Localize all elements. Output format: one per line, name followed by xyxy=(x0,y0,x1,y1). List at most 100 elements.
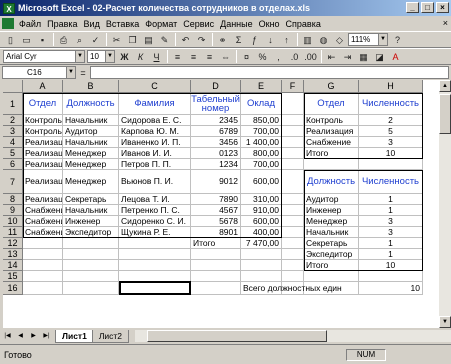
chevron-down-icon[interactable]: ▼ xyxy=(75,51,84,62)
row-header-11[interactable]: 11 xyxy=(3,227,23,238)
last-sheet-icon[interactable]: ▶| xyxy=(41,331,52,342)
scroll-up-icon[interactable]: ▲ xyxy=(439,80,451,92)
table-cell[interactable]: Контроль xyxy=(23,126,63,137)
table-cell[interactable]: Снабжение xyxy=(23,227,63,238)
grid-cell[interactable] xyxy=(282,194,304,205)
function-icon[interactable]: ƒ xyxy=(247,33,262,47)
grid-cell[interactable] xyxy=(282,148,304,159)
row-header-6[interactable]: 6 xyxy=(3,159,23,170)
table-cell[interactable]: Лецова Т. И. xyxy=(119,194,191,205)
main-table-header[interactable]: Отдел xyxy=(23,93,63,115)
menu-data[interactable]: Данные xyxy=(217,19,256,29)
grid-cell[interactable] xyxy=(282,238,304,249)
grid-cell[interactable] xyxy=(23,249,63,260)
next-sheet-icon[interactable]: ▶ xyxy=(28,331,39,342)
grid-cell[interactable] xyxy=(63,271,119,282)
increase-indent-icon[interactable]: ⇥ xyxy=(340,50,355,64)
chevron-down-icon[interactable]: ▼ xyxy=(66,67,75,78)
table-cell[interactable]: Начальник xyxy=(63,115,119,126)
grid-cell[interactable] xyxy=(282,115,304,126)
horizontal-scroll-thumb[interactable] xyxy=(147,330,328,342)
grid-cell[interactable] xyxy=(63,282,119,295)
table-cell[interactable]: 600,00 xyxy=(241,216,282,227)
grand-total-value[interactable]: 10 xyxy=(359,282,423,295)
main-table-header[interactable]: Должность xyxy=(63,93,119,115)
menu-edit[interactable]: Правка xyxy=(44,19,80,29)
grid-cell[interactable] xyxy=(282,271,304,282)
scroll-down-icon[interactable]: ▼ xyxy=(439,316,451,328)
grid-cell[interactable] xyxy=(241,249,282,260)
dept-summary-count[interactable]: 3 xyxy=(359,137,423,148)
paste-icon[interactable]: ▤ xyxy=(141,33,156,47)
menu-tools[interactable]: Сервис xyxy=(180,19,217,29)
table-cell[interactable]: 800,00 xyxy=(241,148,282,159)
table-cell[interactable]: 700,00 xyxy=(241,126,282,137)
prev-sheet-icon[interactable]: ◀ xyxy=(15,331,26,342)
italic-icon[interactable]: К xyxy=(133,50,148,64)
sort-desc-icon[interactable]: ↑ xyxy=(279,33,294,47)
table-cell[interactable]: Менеджер xyxy=(63,170,119,194)
grid-cell[interactable] xyxy=(282,249,304,260)
sheet-tab-2[interactable]: Лист2 xyxy=(91,329,130,343)
save-icon[interactable]: ▪ xyxy=(35,33,50,47)
table-cell[interactable]: Реализация xyxy=(23,137,63,148)
align-center-icon[interactable]: ≡ xyxy=(186,50,201,64)
grid-cell[interactable] xyxy=(23,238,63,249)
table-cell[interactable]: Аудитор xyxy=(63,126,119,137)
position-summary-name[interactable]: Секретарь xyxy=(304,238,359,249)
main-total-value[interactable]: 7 470,00 xyxy=(241,238,282,249)
select-all-corner[interactable] xyxy=(3,80,23,93)
position-summary-count[interactable]: 3 xyxy=(359,227,423,238)
first-sheet-icon[interactable]: |◀ xyxy=(2,331,13,342)
table-cell[interactable]: Реализация xyxy=(23,194,63,205)
table-cell[interactable]: 700,00 xyxy=(241,159,282,170)
table-cell[interactable]: 850,00 xyxy=(241,115,282,126)
grid-cell[interactable] xyxy=(63,249,119,260)
formula-input[interactable] xyxy=(90,66,449,79)
table-cell[interactable]: Реализация xyxy=(23,170,63,194)
workbook-icon[interactable] xyxy=(2,18,14,29)
grid-cell[interactable] xyxy=(119,249,191,260)
position-summary-header[interactable]: Численность xyxy=(359,170,423,194)
column-header-e[interactable]: E xyxy=(241,80,282,93)
redo-icon[interactable]: ↷ xyxy=(194,33,209,47)
percent-icon[interactable]: % xyxy=(255,50,270,64)
column-header-a[interactable]: A xyxy=(23,80,63,93)
bold-icon[interactable]: Ж xyxy=(117,50,132,64)
table-cell[interactable]: Вьюнов П. И. xyxy=(119,170,191,194)
table-cell[interactable]: 8901 xyxy=(191,227,241,238)
table-cell[interactable]: Начальник xyxy=(63,205,119,216)
increase-decimal-icon[interactable]: .0 xyxy=(287,50,302,64)
vertical-scrollbar[interactable]: ▲ ▼ xyxy=(439,80,451,328)
font-size-select[interactable]: 10 ▼ xyxy=(87,50,115,63)
row-header-8[interactable]: 8 xyxy=(3,194,23,205)
row-header-12[interactable]: 12 xyxy=(3,238,23,249)
grid-cell[interactable] xyxy=(23,271,63,282)
table-cell[interactable]: 2345 xyxy=(191,115,241,126)
row-header-1[interactable]: 1 xyxy=(3,93,23,115)
grid-cell[interactable] xyxy=(241,271,282,282)
sort-asc-icon[interactable]: ↓ xyxy=(263,33,278,47)
grid-cell[interactable] xyxy=(23,282,63,295)
position-summary-name[interactable]: Аудитор xyxy=(304,194,359,205)
grid-cell[interactable] xyxy=(282,216,304,227)
table-cell[interactable]: Снабжение xyxy=(23,205,63,216)
table-cell[interactable]: 4567 xyxy=(191,205,241,216)
table-cell[interactable]: Иваненко И. П. xyxy=(119,137,191,148)
grand-total-label[interactable]: Всего должностных един xyxy=(241,282,359,295)
grid-cell[interactable] xyxy=(119,260,191,271)
minimize-icon[interactable]: _ xyxy=(406,2,419,13)
row-header-7[interactable]: 7 xyxy=(3,170,23,194)
dept-summary-header[interactable]: Отдел xyxy=(304,93,359,115)
column-header-c[interactable]: C xyxy=(119,80,191,93)
table-cell[interactable]: Петров П. П. xyxy=(119,159,191,170)
horizontal-scrollbar[interactable] xyxy=(135,330,451,342)
grid-cell[interactable] xyxy=(191,249,241,260)
table-cell[interactable]: Инженер xyxy=(63,216,119,227)
maximize-icon[interactable]: □ xyxy=(421,2,434,13)
row-header-10[interactable]: 10 xyxy=(3,216,23,227)
column-header-b[interactable]: B xyxy=(63,80,119,93)
align-left-icon[interactable]: ≡ xyxy=(170,50,185,64)
row-header-5[interactable]: 5 xyxy=(3,148,23,159)
table-cell[interactable]: Щукина Р. Е. xyxy=(119,227,191,238)
